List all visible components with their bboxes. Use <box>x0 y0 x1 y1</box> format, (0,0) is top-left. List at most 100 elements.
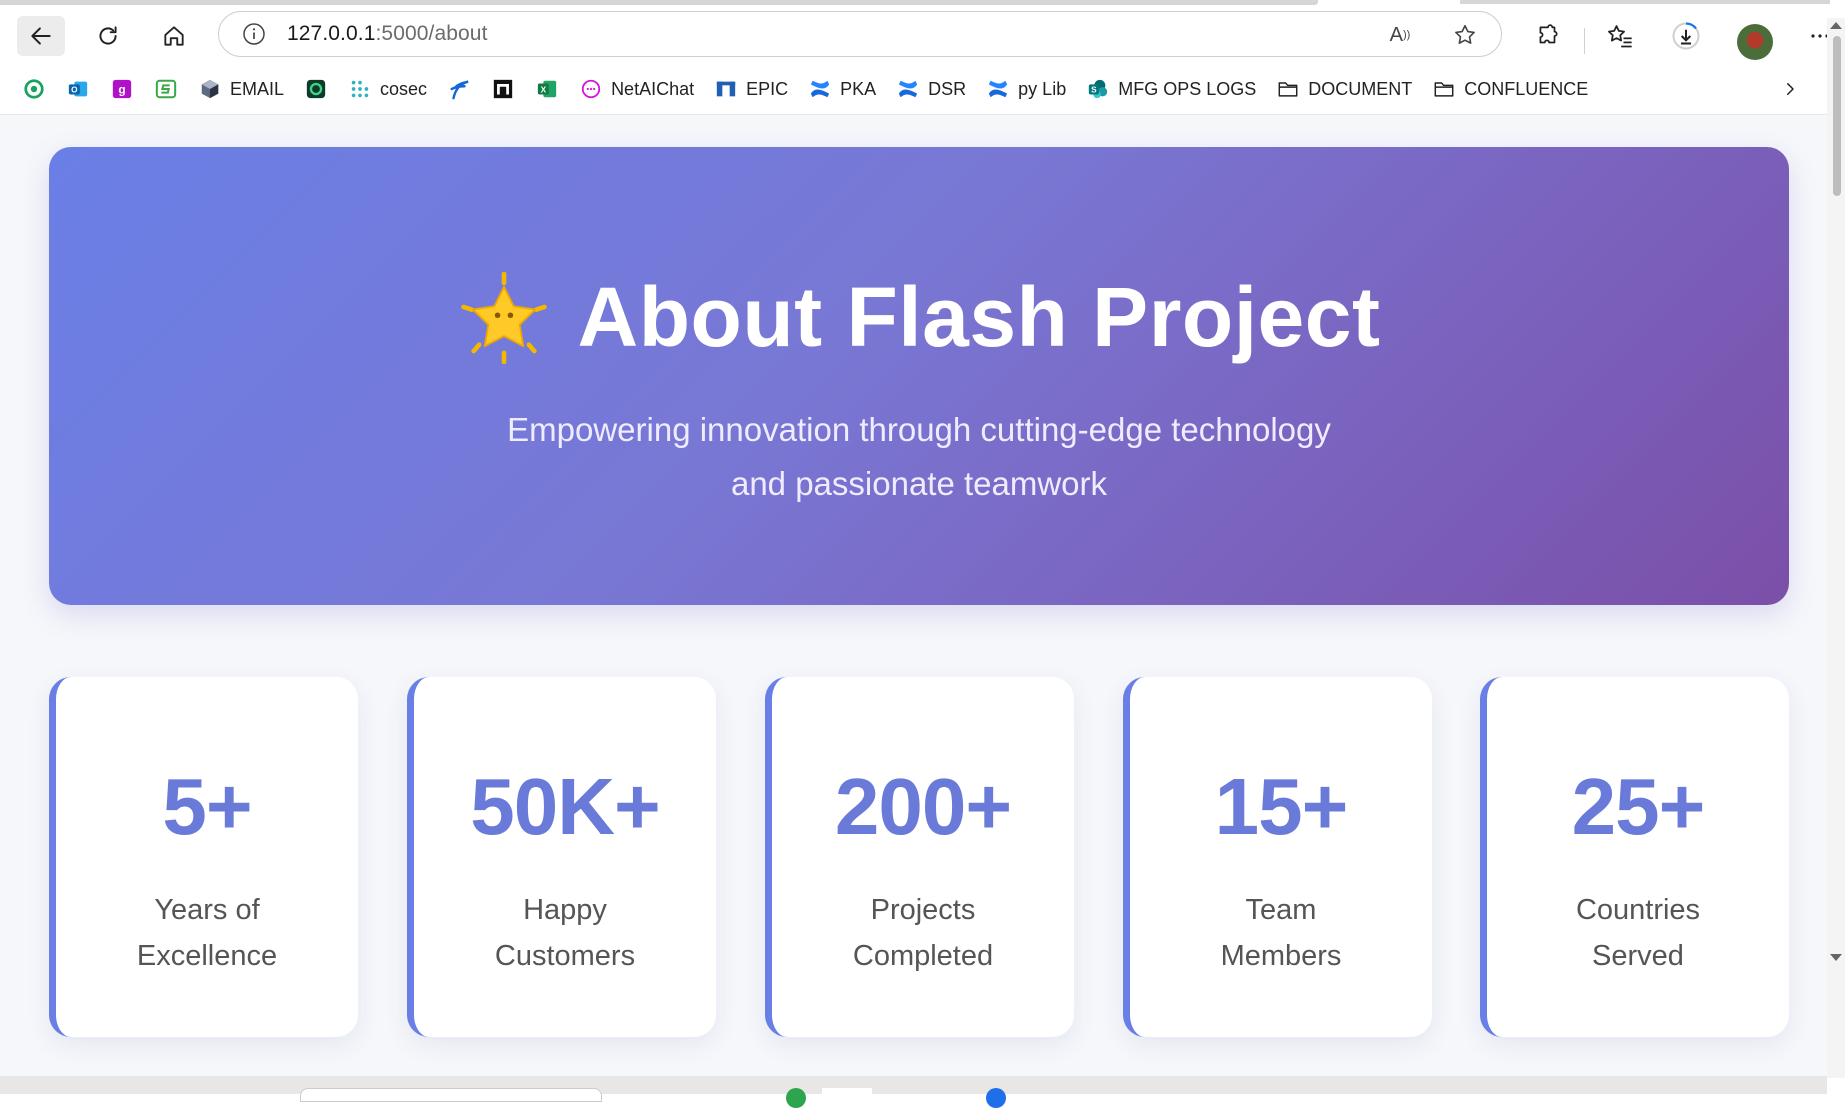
bookmark-item[interactable]: py Lib <box>980 71 1072 107</box>
cube-icon <box>198 77 222 101</box>
bookmark-item[interactable]: O <box>60 71 96 107</box>
green-s-icon <box>154 77 178 101</box>
stat-label-line-1: Countries <box>1575 894 1701 926</box>
url-text[interactable]: 127.0.0.1:5000/about <box>287 22 488 46</box>
add-favorite-icon[interactable] <box>1451 21 1479 49</box>
bookmark-item[interactable]: NetAIChat <box>573 71 700 107</box>
stat-label-line-2: Excellence <box>136 940 278 972</box>
bookmark-label: NetAIChat <box>611 78 695 99</box>
green-ring-icon <box>22 77 46 101</box>
bookmark-item[interactable]: DOCUMENT <box>1270 71 1418 107</box>
glowing-star-icon <box>460 271 547 364</box>
hero-banner: About Flash Project Empowering innovatio… <box>49 147 1789 605</box>
chevron-right-icon <box>1787 83 1794 95</box>
bookmark-item[interactable]: PKA <box>802 71 882 107</box>
black-n-icon <box>491 77 515 101</box>
taskbar-search-box[interactable] <box>300 1088 602 1102</box>
bookmark-label: MFG OPS LOGS <box>1118 78 1257 99</box>
puzzle-icon <box>1539 24 1558 44</box>
taskbar-edge <box>0 1076 1827 1108</box>
bookmark-item[interactable] <box>16 71 52 107</box>
url-path: :5000/about <box>375 22 488 45</box>
read-aloud-icon[interactable]: A)) <box>1387 22 1413 48</box>
bookmark-item[interactable]: cosec <box>342 71 433 107</box>
stat-value: 50K+ <box>470 762 660 851</box>
bookmark-item[interactable]: X <box>529 71 565 107</box>
refresh-button[interactable] <box>84 16 132 56</box>
bookmark-item[interactable]: CONFLUENCE <box>1426 71 1594 107</box>
stat-label-line-1: Years of <box>154 894 260 926</box>
browser-toolbar: 127.0.0.1:5000/about A)) <box>0 6 1845 64</box>
toolbar-divider <box>1584 28 1585 54</box>
site-info-icon[interactable] <box>241 21 267 47</box>
downloads-button[interactable] <box>1664 16 1708 56</box>
chat-bubble-icon <box>579 77 603 101</box>
bookmark-item[interactable]: DSR <box>890 71 972 107</box>
blue-f-icon <box>447 77 471 101</box>
home-button[interactable] <box>150 16 198 56</box>
confluence-icon <box>896 77 920 101</box>
profile-avatar[interactable] <box>1737 24 1773 60</box>
back-arrow-icon <box>31 27 51 45</box>
stat-label-line-1: Projects <box>870 894 976 926</box>
bookmark-item[interactable]: EPIC <box>708 71 794 107</box>
scroll-down-icon[interactable] <box>1830 954 1842 961</box>
epic-icon <box>714 77 738 101</box>
active-tab-edge[interactable] <box>0 0 1318 5</box>
bookmark-label: cosec <box>380 78 428 99</box>
scrollbar-thumb[interactable] <box>1833 36 1841 196</box>
bookmark-label: EPIC <box>746 78 789 99</box>
page-scrollbar[interactable] <box>1827 18 1845 1078</box>
inactive-tab-edge[interactable] <box>1460 0 1830 4</box>
sharepoint-icon: S <box>1086 77 1110 101</box>
download-icon <box>1672 22 1700 50</box>
stat-card-customers: 50K+ Happy Customers <box>407 677 716 1037</box>
stat-card-countries: 25+ Countries Served <box>1480 677 1789 1037</box>
bookmark-item[interactable]: EMAIL <box>192 71 290 107</box>
hero-heading: About Flash Project <box>49 269 1789 366</box>
confluence-icon <box>986 77 1010 101</box>
folder-icon <box>1432 77 1456 101</box>
stat-value: 25+ <box>1571 762 1706 851</box>
favorites-button[interactable] <box>1598 16 1642 56</box>
green-square-icon <box>304 77 328 101</box>
svg-text:S: S <box>1091 86 1097 95</box>
stat-value: 15+ <box>1214 762 1349 851</box>
stat-value: 5+ <box>162 762 252 851</box>
bookmark-item[interactable]: g <box>104 71 140 107</box>
folder-icon <box>1276 77 1300 101</box>
extensions-button[interactable] <box>1526 16 1570 56</box>
bookmark-item[interactable] <box>148 71 184 107</box>
taskbar-app-icon[interactable] <box>986 1088 1006 1108</box>
stat-label: Team Members <box>1160 887 1402 979</box>
stat-label-line-2: Customers <box>494 940 636 972</box>
stats-row: 5+ Years of Excellence 50K+ Happy Customer… <box>49 677 1789 1037</box>
excel-icon: X <box>535 77 559 101</box>
url-host: 127.0.0.1 <box>287 22 376 45</box>
back-button[interactable] <box>17 16 65 56</box>
scroll-up-icon[interactable] <box>1830 22 1842 29</box>
bookmark-label: py Lib <box>1018 78 1067 99</box>
read-aloud-letter: A <box>1389 23 1403 46</box>
svg-text:g: g <box>118 83 125 97</box>
bookmark-label: PKA <box>840 78 877 99</box>
svg-text:X: X <box>541 86 547 95</box>
taskbar-app-tile[interactable] <box>822 1088 872 1098</box>
hero-title-text: About Flash Project <box>577 270 1381 364</box>
favorites-list-icon <box>1608 25 1632 48</box>
address-bar[interactable]: 127.0.0.1:5000/about A)) <box>218 11 1502 57</box>
taskbar-app-icon[interactable] <box>786 1088 806 1108</box>
g-tile-icon: g <box>110 77 134 101</box>
bookmark-item[interactable] <box>485 71 521 107</box>
refresh-icon <box>99 26 117 45</box>
bookmark-label: DSR <box>928 78 967 99</box>
bookmark-label: CONFLUENCE <box>1464 78 1589 99</box>
bookmark-item[interactable] <box>298 71 334 107</box>
stat-card-team: 15+ Team Members <box>1123 677 1432 1037</box>
bookmark-item[interactable] <box>441 71 477 107</box>
bookmark-item[interactable]: S MFG OPS LOGS <box>1080 71 1262 107</box>
stat-label-line-1: Team <box>1245 894 1317 926</box>
bookmark-label: EMAIL <box>230 78 285 99</box>
stat-label: Happy Customers <box>444 887 686 979</box>
bookmarks-overflow-button[interactable] <box>1775 74 1805 104</box>
